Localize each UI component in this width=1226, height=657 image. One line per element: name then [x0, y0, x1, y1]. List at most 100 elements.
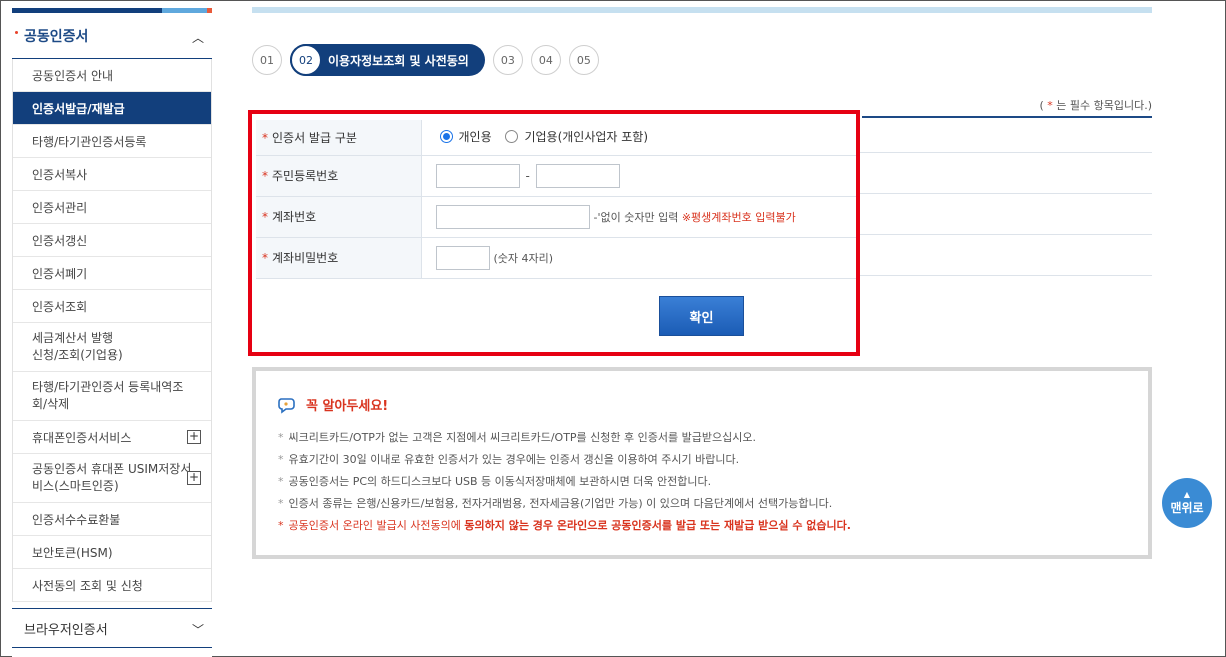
rrn-label-cell: * 주민등록번호: [256, 155, 422, 197]
sidebar-section-browser-certificate[interactable]: 브라우저인증서 ﹀: [12, 608, 212, 648]
arrow-up-icon: ▲: [1183, 489, 1191, 499]
sidebar-item-label: 휴대폰인증서서비스: [32, 430, 132, 445]
notice-item: * 인증서 종류는 은행/신용카드/보험용, 전자거래범용, 전자세금용(기업만 …: [278, 493, 851, 515]
sidebar-item-fee-refund[interactable]: 인증서수수료환불: [13, 503, 211, 536]
sidebar-item-label: 인증서폐기: [32, 266, 88, 281]
sidebar-item-other-bank-history[interactable]: 타행/타기관인증서 등록내역조 회/삭제: [13, 372, 211, 421]
required-star: *: [262, 130, 268, 145]
sidebar-section-certificate[interactable]: 공동인증서 ︿: [12, 13, 212, 59]
sidebar-item-certificate-guide[interactable]: 공동인증서 안내: [13, 59, 211, 92]
scroll-top-label: 맨위로: [1170, 500, 1204, 515]
row-divider: [860, 234, 1152, 235]
sidebar-item-label: 보안토큰(HSM): [32, 545, 113, 560]
notice-item-warning: * 공동인증서 온라인 발급시 사전동의에 동의하지 않는 경우 온라인으로 공동…: [278, 515, 851, 537]
rrn-dash: -: [525, 168, 530, 183]
rrn-label: 주민등록번호: [272, 169, 339, 183]
step-3: 03: [492, 45, 523, 75]
speech-bubble-icon: [278, 397, 295, 414]
sidebar-item-label: 인증서조회: [32, 299, 88, 314]
notice-item: * 유효기간이 30일 이내로 유효한 인증서가 있는 경우에는 인증서 갱신을 …: [278, 449, 851, 471]
account-label: 계좌번호: [272, 210, 317, 224]
sidebar-item-label: 공동인증서 안내: [32, 68, 114, 83]
required-star: *: [262, 210, 268, 224]
sidebar-item-pre-consent[interactable]: 사전동의 조회 및 신청: [13, 569, 211, 602]
confirm-button[interactable]: 확인: [659, 296, 744, 336]
sidebar-item-label: 세금계산서 발행 신청/조회(기업용): [32, 331, 123, 362]
sidebar-item-label: 타행/타기관인증서등록: [32, 134, 147, 149]
chevron-down-icon[interactable]: ﹀: [192, 621, 204, 638]
radio-unchecked-icon: [505, 130, 519, 144]
radio-business[interactable]: 기업용(개인사업자 포함): [505, 128, 648, 145]
bullet-dot-icon: [15, 31, 18, 34]
notice-bullet: *: [278, 453, 284, 466]
row-divider: [860, 193, 1152, 194]
notice-item-text: 공동인증서는 PC의 하드디스크보다 USB 등 이동식저장매체에 보관하시면 …: [288, 475, 712, 488]
sidebar-section-title: 공동인증서: [24, 28, 89, 45]
step-4: 04: [530, 45, 561, 75]
step-5: 05: [568, 45, 599, 75]
notice-item: * 씨크리트카드/OTP가 없는 고객은 지점에서 씨크리트카드/OTP를 신청한…: [278, 427, 851, 449]
rrn-back-input[interactable]: [535, 163, 620, 188]
sidebar: 공동인증서 ︿ 공동인증서 안내 인증서발급/재발급 타행/타기관인증서등록 인…: [12, 8, 212, 657]
sidebar-item-label: 인증서관리: [32, 200, 88, 215]
sidebar-item-label: 인증서갱신: [32, 233, 88, 248]
account-label-cell: * 계좌번호: [256, 196, 422, 238]
sidebar-item-renew[interactable]: 인증서갱신: [13, 224, 211, 257]
sidebar-item-mobile-service[interactable]: 휴대폰인증서서비스 +: [13, 421, 211, 454]
notice-title: 꼭 알아두세요!: [278, 395, 388, 414]
form-top-line: [862, 116, 1152, 118]
sidebar-item-tax-invoice[interactable]: 세금계산서 발행 신청/조회(기업용): [13, 323, 211, 372]
content-top-bar: [252, 7, 1152, 13]
radio-business-label: 기업용(개인사업자 포함): [524, 130, 649, 145]
notice-warning-strong: 동의하지 않는 경우 온라인으로 공동인증서를 발급 또는 재발급 받으실 수 …: [464, 519, 851, 532]
chevron-up-icon[interactable]: ︿: [192, 29, 204, 46]
scroll-top-button[interactable]: ▲ 맨위로: [1162, 478, 1212, 528]
sidebar-section-title: 브라우저인증서: [24, 622, 108, 638]
expand-plus-icon[interactable]: +: [187, 430, 201, 444]
account-hint: -'없이 숫자만 입력 ※평생계좌번호 입력불가: [594, 211, 796, 224]
required-note: ( * 는 필수 항목입니다.): [1039, 97, 1152, 113]
required-note-text: 는 필수 항목입니다.): [1052, 99, 1152, 112]
notice-item-text: 유효기간이 30일 이내로 유효한 인증서가 있는 경우에는 인증서 갱신을 이…: [288, 453, 740, 466]
notice-item: * 공동인증서는 PC의 하드디스크보다 USB 등 이동식저장매체에 보관하시면…: [278, 471, 851, 493]
sidebar-item-label: 타행/타기관인증서 등록내역조 회/삭제: [32, 380, 184, 411]
row-divider: [860, 152, 1152, 153]
required-star: *: [262, 169, 268, 183]
account-warning: ※평생계좌번호 입력불가: [681, 210, 796, 224]
step-1: 01: [252, 45, 282, 75]
cert-type-label: 인증서 발급 구분: [272, 130, 357, 145]
sidebar-item-usim-service[interactable]: 공동인증서 휴대폰 USIM저장서 비스(스마트인증) +: [13, 454, 211, 503]
notice-list: * 씨크리트카드/OTP가 없는 고객은 지점에서 씨크리트카드/OTP를 신청한…: [278, 427, 851, 537]
notice-title-text: 꼭 알아두세요!: [306, 399, 389, 414]
notice-item-text: 씨크리트카드/OTP가 없는 고객은 지점에서 씨크리트카드/OTP를 신청한 …: [288, 431, 756, 444]
step-2-active: 02 이용자정보조회 및 사전동의: [290, 44, 485, 76]
sidebar-item-revoke[interactable]: 인증서폐기: [13, 257, 211, 290]
account-number-input[interactable]: [435, 204, 590, 229]
sidebar-item-label: 인증서발급/재발급: [32, 101, 125, 116]
sidebar-item-copy[interactable]: 인증서복사: [13, 158, 211, 191]
row-divider: [860, 275, 1152, 276]
notice-warning-text: 공동인증서 온라인 발급시 사전동의에: [288, 519, 465, 532]
radio-personal[interactable]: 개인용: [439, 128, 492, 145]
expand-plus-icon[interactable]: +: [187, 471, 201, 485]
sidebar-item-manage[interactable]: 인증서관리: [13, 191, 211, 224]
step-2-number: 02: [290, 44, 322, 76]
sidebar-item-hsm[interactable]: 보안토큰(HSM): [13, 536, 211, 569]
step-2-label: 이용자정보조회 및 사전동의: [328, 53, 469, 68]
sidebar-item-other-bank-register[interactable]: 타행/타기관인증서등록: [13, 125, 211, 158]
account-hint-text: -'없이 숫자만 입력: [593, 210, 679, 224]
radio-personal-label: 개인용: [458, 130, 492, 145]
sidebar-item-inquiry[interactable]: 인증서조회: [13, 290, 211, 323]
account-pw-label-cell: * 계좌비밀번호: [256, 237, 422, 279]
sidebar-item-issue-reissue[interactable]: 인증서발급/재발급: [13, 92, 211, 125]
step-indicator: 01 02 이용자정보조회 및 사전동의 03 04 05: [252, 44, 607, 76]
notice-bullet: *: [278, 431, 284, 444]
required-star: *: [262, 251, 268, 265]
user-info-form: * 인증서 발급 구분 개인용 기업용(개인사업자 포함) * 주민등록번호 - *…: [256, 120, 856, 279]
sidebar-item-label: 공동인증서 휴대폰 USIM저장서 비스(스마트인증): [32, 462, 192, 493]
sidebar-item-label: 사전동의 조회 및 신청: [32, 578, 143, 593]
account-pw-hint: (숫자 4자리): [493, 251, 554, 265]
radio-checked-icon: [439, 130, 453, 144]
account-password-input[interactable]: [435, 245, 490, 270]
rrn-front-input[interactable]: [435, 163, 520, 188]
